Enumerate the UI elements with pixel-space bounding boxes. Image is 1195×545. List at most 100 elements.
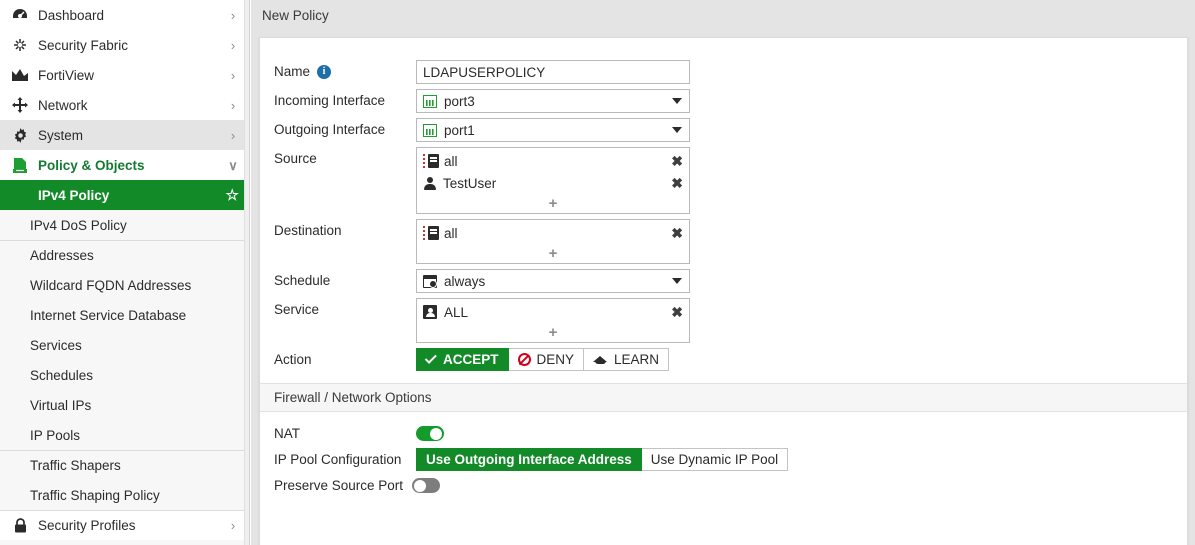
sidebar-item-services[interactable]: Services [0, 330, 249, 360]
sidebar-item-wildcard-fqdn-addresses[interactable]: Wildcard FQDN Addresses [0, 270, 249, 300]
sidebar-item-ipv4-dos-policy[interactable]: IPv4 DoS Policy [0, 210, 249, 240]
sidebar-item-policy-objects[interactable]: Policy & Objects ∨ [0, 150, 249, 180]
sidebar-item-label: Dashboard [38, 8, 225, 23]
label-preserve-source-port: Preserve Source Port [274, 478, 412, 493]
section-header-firewall-network-options: Firewall / Network Options [260, 383, 1187, 412]
action-deny-label: DENY [537, 352, 575, 367]
remove-icon[interactable]: ✖ [671, 226, 683, 240]
spacer [10, 187, 30, 203]
label-schedule: Schedule [274, 269, 416, 288]
user-icon [423, 176, 436, 190]
ip-pool-dynamic-button[interactable]: Use Dynamic IP Pool [642, 448, 788, 471]
sidebar-item-network[interactable]: Network › [0, 90, 249, 120]
preserve-source-port-toggle[interactable] [412, 478, 440, 493]
sidebar-item-security-profiles[interactable]: Security Profiles › [0, 510, 249, 540]
sidebar-item-virtual-ips[interactable]: Virtual IPs [0, 390, 249, 420]
list-item[interactable]: all ✖ [417, 222, 689, 244]
main-area: New Policy Name i Incoming Interface [251, 0, 1195, 545]
name-input[interactable] [416, 60, 690, 84]
sidebar-item-label: IPv4 Policy [38, 188, 226, 203]
schedule-select[interactable]: always [416, 269, 690, 293]
chevron-right-icon: › [225, 9, 241, 22]
chevron-right-icon: › [225, 99, 241, 112]
outgoing-interface-select[interactable]: port1 [416, 118, 690, 142]
service-icon [423, 305, 437, 319]
sidebar-item-fortiview[interactable]: FortiView › [0, 60, 249, 90]
destination-multiselect[interactable]: all ✖ + [416, 219, 690, 264]
list-item[interactable]: all ✖ [417, 150, 689, 172]
control-service: ALL ✖ + [416, 298, 690, 343]
field-row-nat: NAT [260, 426, 1187, 441]
label-name: Name i [274, 60, 416, 79]
sidebar-item-system[interactable]: System › [0, 120, 249, 150]
fortigate-policy-page: Dashboard › Security Fabric › FortiView … [0, 0, 1195, 545]
gauge-icon [10, 7, 30, 23]
incoming-interface-select[interactable]: port3 [416, 89, 690, 113]
section-body: NAT IP Pool Configuration Use Outgoing I… [260, 412, 1187, 493]
label-incoming-interface: Incoming Interface [274, 89, 416, 108]
sidebar-item-label: Security Profiles [38, 518, 225, 533]
control-destination: all ✖ + [416, 219, 690, 264]
favorite-star-icon[interactable]: ☆ [226, 188, 239, 203]
action-accept-button[interactable]: ACCEPT [416, 348, 509, 371]
field-row-outgoing-interface: Outgoing Interface port1 [260, 118, 1187, 142]
ip-pool-segmented-control: Use Outgoing Interface Address Use Dynam… [416, 448, 788, 471]
policy-form: Name i Incoming Interface port3 [260, 38, 1187, 493]
ip-pool-dynamic-label: Use Dynamic IP Pool [651, 452, 778, 467]
source-add-button[interactable]: + [417, 194, 689, 213]
sidebar-item-label: Virtual IPs [30, 398, 249, 413]
page-title-bar: New Policy [251, 0, 1195, 30]
label-service: Service [274, 298, 416, 317]
source-multiselect[interactable]: all ✖ TestUser ✖ + [416, 147, 690, 214]
list-item[interactable]: TestUser ✖ [417, 172, 689, 194]
sidebar-item-ip-pools[interactable]: IP Pools [0, 420, 249, 450]
sidebar-item-dashboard[interactable]: Dashboard › [0, 0, 249, 30]
control-action: ACCEPT DENY LEARN [416, 348, 669, 371]
network-port-icon [423, 124, 437, 137]
service-add-button[interactable]: + [417, 323, 689, 342]
field-row-name: Name i [260, 60, 1187, 84]
sidebar-item-addresses[interactable]: Addresses [0, 240, 249, 270]
sidebar-item-label: Wildcard FQDN Addresses [30, 278, 249, 293]
action-learn-label: LEARN [614, 352, 659, 367]
schedule-clock-icon [423, 275, 437, 288]
label-action: Action [274, 348, 416, 367]
sidebar-item-ipv4-policy[interactable]: IPv4 Policy ☆ [0, 180, 249, 210]
sidebar-item-label: FortiView [38, 68, 225, 83]
sidebar-item-traffic-shapers[interactable]: Traffic Shapers [0, 450, 249, 480]
chevron-down-icon [672, 278, 682, 284]
service-multiselect[interactable]: ALL ✖ + [416, 298, 690, 343]
field-row-destination: Destination all ✖ + [260, 219, 1187, 264]
remove-icon[interactable]: ✖ [671, 176, 683, 190]
remove-icon[interactable]: ✖ [671, 305, 683, 319]
sidebar-item-traffic-shaping-policy[interactable]: Traffic Shaping Policy [0, 480, 249, 510]
list-item[interactable]: ALL ✖ [417, 301, 689, 323]
remove-icon[interactable]: ✖ [671, 154, 683, 168]
chevron-right-icon: › [225, 69, 241, 82]
field-row-action: Action ACCEPT DENY [260, 348, 1187, 371]
field-row-service: Service ALL ✖ + [260, 298, 1187, 343]
ip-pool-outgoing-interface-button[interactable]: Use Outgoing Interface Address [416, 448, 642, 471]
sidebar-item-security-fabric[interactable]: Security Fabric › [0, 30, 249, 60]
network-arrows-icon [10, 97, 30, 113]
nat-toggle[interactable] [416, 426, 444, 441]
sidebar-item-label: Security Fabric [38, 38, 225, 53]
page-title: New Policy [262, 8, 329, 23]
sidebar-item-label: IP Pools [30, 428, 249, 443]
source-entry-label: all [444, 154, 458, 169]
action-learn-button[interactable]: LEARN [584, 348, 669, 371]
action-deny-button[interactable]: DENY [509, 348, 585, 371]
action-accept-label: ACCEPT [443, 352, 499, 367]
sidebar-item-internet-service-database[interactable]: Internet Service Database [0, 300, 249, 330]
label-ip-pool-configuration: IP Pool Configuration [274, 452, 416, 467]
info-icon[interactable]: i [317, 65, 331, 79]
policy-doc-icon [10, 157, 30, 173]
sidebar-scrollbar[interactable] [244, 0, 249, 545]
destination-add-button[interactable]: + [417, 244, 689, 263]
sidebar-item-label: Services [30, 338, 249, 353]
sidebar-item-schedules[interactable]: Schedules [0, 360, 249, 390]
sidebar-item-label: IPv4 DoS Policy [30, 218, 249, 233]
field-row-incoming-interface: Incoming Interface port3 [260, 89, 1187, 113]
sidebar: Dashboard › Security Fabric › FortiView … [0, 0, 250, 545]
chevron-right-icon: › [225, 519, 241, 532]
